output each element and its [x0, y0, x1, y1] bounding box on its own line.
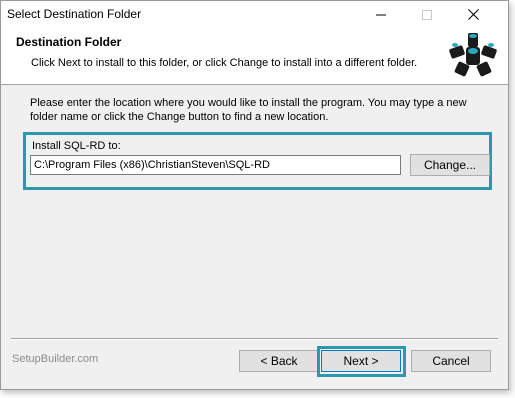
maximize-button[interactable] — [407, 1, 447, 28]
page-subtitle: Click Next to install to this folder, or… — [31, 57, 418, 69]
change-button[interactable]: Change... — [410, 154, 490, 176]
footer-divider — [11, 338, 498, 340]
brand-label: SetupBuilder.com — [12, 353, 99, 365]
install-path-field[interactable] — [30, 155, 401, 175]
page-title: Destination Folder — [16, 35, 122, 49]
maximize-icon — [422, 9, 432, 20]
next-button[interactable]: Next > — [321, 350, 401, 372]
minimize-button[interactable] — [361, 1, 401, 28]
window-title: Select Destination Folder — [7, 7, 142, 21]
instructions-text: Please enter the location where you woul… — [30, 97, 467, 123]
close-icon — [467, 9, 479, 20]
header-panel: Destination Folder Click Next to install… — [1, 28, 508, 85]
back-button[interactable]: < Back — [239, 350, 319, 372]
setup-dialog: Select Destination Folder Destination Fo… — [0, 0, 509, 390]
minimize-icon — [376, 14, 386, 15]
setup-logo-icon — [449, 33, 497, 77]
cancel-button[interactable]: Cancel — [411, 350, 491, 372]
install-path-label: Install SQL-RD to: — [32, 140, 121, 152]
title-bar: Select Destination Folder — [1, 1, 508, 28]
close-button[interactable] — [453, 1, 493, 28]
